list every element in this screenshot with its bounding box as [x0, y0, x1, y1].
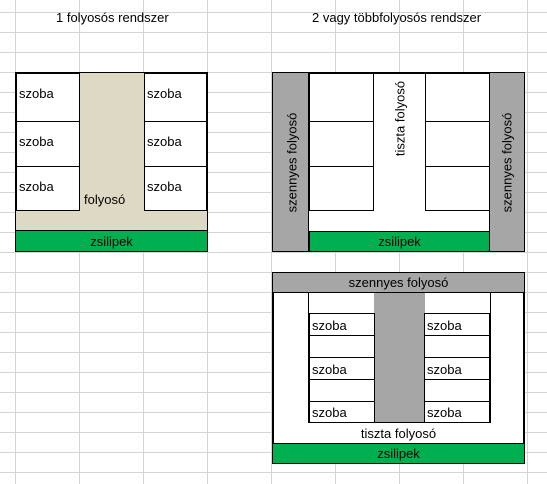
airlock-bar: zsilipek	[16, 230, 207, 251]
divider	[308, 293, 309, 423]
divider	[308, 422, 491, 423]
room: szoba	[309, 357, 375, 380]
room	[309, 121, 374, 167]
room	[425, 166, 490, 211]
dirty-corridor-top: szennyes folyosó	[273, 273, 524, 293]
room	[424, 379, 490, 402]
title-multi-corridor-system: 2 vagy többfolyosós rendszer	[312, 10, 482, 25]
clean-corridor-label: tiszta folyosó	[392, 80, 408, 157]
dirty-corridor-center	[374, 293, 425, 423]
airlock-bar: zsilipek	[273, 443, 524, 463]
airlock-bar: zsilipek	[309, 231, 490, 251]
room	[309, 73, 374, 122]
room: szoba	[144, 121, 207, 167]
room: szoba	[16, 73, 80, 122]
title-one-corridor-system: 1 folyosós rendszer	[56, 10, 169, 25]
room: szoba	[424, 357, 490, 380]
corridor-label: folyosó	[84, 192, 126, 207]
corridor-horizontal	[16, 210, 207, 230]
room: szoba	[309, 313, 375, 336]
room: szoba	[144, 166, 207, 211]
room	[309, 379, 375, 402]
room	[309, 166, 374, 211]
room: szoba	[424, 401, 490, 423]
dirty-corridor-right-label: szennyes folyosó	[499, 112, 515, 213]
clean-corridor-bottom: tiszta folyosó	[360, 426, 437, 441]
divider	[490, 293, 491, 423]
room	[424, 335, 490, 358]
dirty-corridor-left-label: szennyes folyosó	[284, 112, 300, 213]
room: szoba	[16, 166, 80, 211]
room: szoba	[424, 313, 490, 336]
room	[425, 73, 490, 122]
room	[425, 121, 490, 167]
room: szoba	[16, 121, 80, 167]
room: szoba	[309, 401, 375, 423]
room: szoba	[144, 73, 207, 122]
room	[309, 335, 375, 358]
